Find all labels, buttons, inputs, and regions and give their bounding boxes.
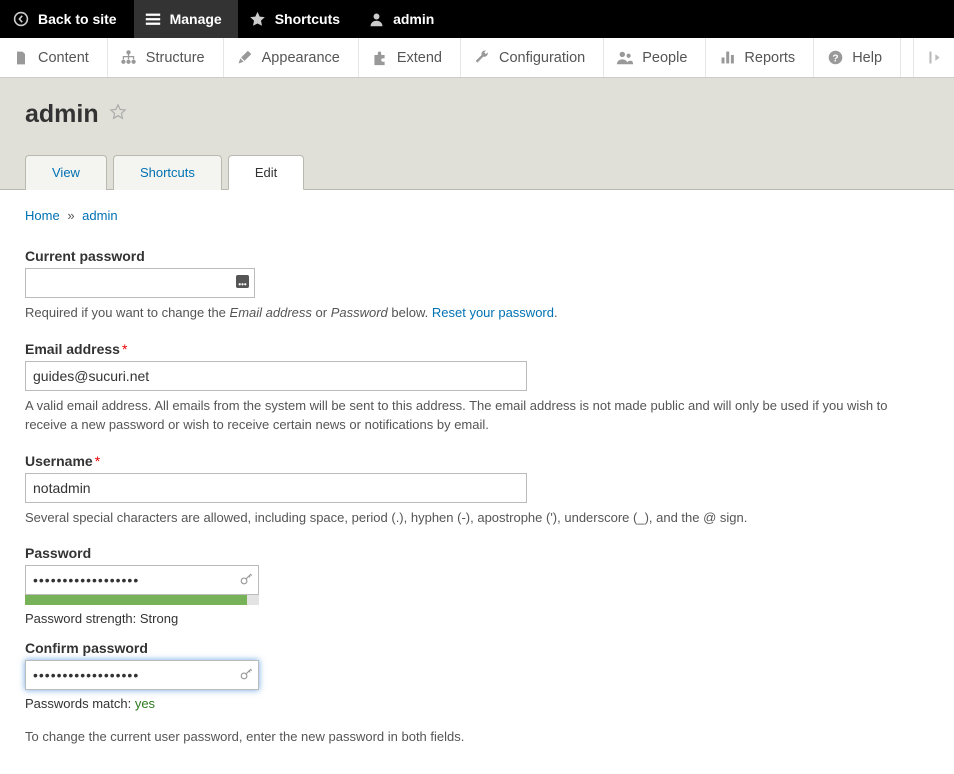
reset-password-link[interactable]: Reset your password xyxy=(432,305,554,320)
toolbar-people[interactable]: People xyxy=(604,38,706,77)
toolbar-content-label: Content xyxy=(38,50,89,66)
toolbar-help-label: Help xyxy=(852,50,882,66)
user-label: admin xyxy=(393,11,434,27)
current-password-input[interactable] xyxy=(25,268,255,298)
breadcrumb-sep: » xyxy=(63,208,78,223)
password-label: Password xyxy=(25,545,929,561)
required-marker: * xyxy=(120,341,127,357)
toolbar-reports[interactable]: Reports xyxy=(706,38,814,77)
arrow-left-drag-icon xyxy=(925,49,943,67)
password-match-text: Passwords match: yes xyxy=(25,696,929,711)
back-to-site-label: Back to site xyxy=(38,11,117,27)
toolbar-reports-label: Reports xyxy=(744,50,795,66)
user-icon xyxy=(367,10,385,28)
email-label: Email address* xyxy=(25,341,929,357)
toolbar-extend-label: Extend xyxy=(397,50,442,66)
wrench-icon xyxy=(473,49,491,67)
required-marker: * xyxy=(93,453,100,469)
toolbar-structure-label: Structure xyxy=(146,50,205,66)
manage-label: Manage xyxy=(170,11,222,27)
form-item-username: Username* Several special characters are… xyxy=(25,453,929,528)
breadcrumb-current[interactable]: admin xyxy=(82,208,117,223)
current-password-description: Required if you want to change the Email… xyxy=(25,304,929,323)
form-item-password: Password Password strength: Strong xyxy=(25,545,929,626)
password-strength-text: Password strength: Strong xyxy=(25,611,929,626)
current-password-label: Current password xyxy=(25,248,929,264)
password-note: To change the current user password, ent… xyxy=(25,729,929,744)
hamburger-icon xyxy=(144,10,162,28)
content: Home » admin Current password Required i… xyxy=(0,190,954,774)
star-outline-icon[interactable] xyxy=(109,103,127,127)
tab-shortcuts[interactable]: Shortcuts xyxy=(113,155,222,190)
password-input[interactable] xyxy=(25,565,259,595)
form-item-confirm-password: Confirm password Passwords match: yes xyxy=(25,640,929,711)
toolbar-appearance[interactable]: Appearance xyxy=(224,38,359,77)
shortcuts-button[interactable]: Shortcuts xyxy=(239,0,357,38)
page-title: admin xyxy=(25,100,99,129)
hierarchy-icon xyxy=(120,49,138,67)
people-icon xyxy=(616,49,634,67)
tab-view[interactable]: View xyxy=(25,155,107,190)
key-icon xyxy=(240,667,253,683)
puzzle-icon xyxy=(371,49,389,67)
back-to-site-button[interactable]: Back to site xyxy=(0,0,134,38)
email-input[interactable] xyxy=(25,361,527,391)
chevron-left-circle-icon xyxy=(12,10,30,28)
svg-text:?: ? xyxy=(832,53,838,64)
password-strength-fill xyxy=(25,595,247,605)
user-button[interactable]: admin xyxy=(357,0,451,38)
document-icon xyxy=(12,49,30,67)
toolbar-extend[interactable]: Extend xyxy=(359,38,461,77)
toolbar-orientation-toggle[interactable] xyxy=(914,38,954,77)
toolbar-configuration[interactable]: Configuration xyxy=(461,38,604,77)
breadcrumb: Home » admin xyxy=(25,208,929,223)
tab-edit[interactable]: Edit xyxy=(228,155,304,190)
confirm-password-label: Confirm password xyxy=(25,640,929,656)
toolbar-people-label: People xyxy=(642,50,687,66)
paintbrush-icon xyxy=(236,49,254,67)
toolbar-content[interactable]: Content xyxy=(0,38,108,77)
tabs: View Shortcuts Edit xyxy=(25,155,929,189)
username-description: Several special characters are allowed, … xyxy=(25,509,929,528)
page-title-row: admin xyxy=(25,100,929,149)
confirm-password-input[interactable] xyxy=(25,660,259,690)
manage-button[interactable]: Manage xyxy=(134,0,239,38)
toolbar-spacer xyxy=(901,38,914,77)
form-item-current-password: Current password Required if you want to… xyxy=(25,248,929,323)
toolbar-structure[interactable]: Structure xyxy=(108,38,224,77)
topbar: Back to site Manage Shortcuts admin xyxy=(0,0,954,38)
breadcrumb-home[interactable]: Home xyxy=(25,208,60,223)
shortcuts-label: Shortcuts xyxy=(275,11,340,27)
bar-chart-icon xyxy=(718,49,736,67)
toolbar-help[interactable]: ? Help xyxy=(814,38,901,77)
username-input[interactable] xyxy=(25,473,527,503)
form-item-email: Email address* A valid email address. Al… xyxy=(25,341,929,435)
username-label: Username* xyxy=(25,453,929,469)
title-region: admin View Shortcuts Edit xyxy=(0,78,954,190)
key-icon xyxy=(240,572,253,588)
password-manager-icon[interactable] xyxy=(236,275,249,291)
password-strength-bar xyxy=(25,595,259,605)
toolbar-configuration-label: Configuration xyxy=(499,50,585,66)
admin-toolbar: Content Structure Appearance Extend Conf… xyxy=(0,38,954,78)
toolbar-appearance-label: Appearance xyxy=(262,50,340,66)
email-description: A valid email address. All emails from t… xyxy=(25,397,929,435)
help-icon: ? xyxy=(826,49,844,67)
star-icon xyxy=(249,10,267,28)
